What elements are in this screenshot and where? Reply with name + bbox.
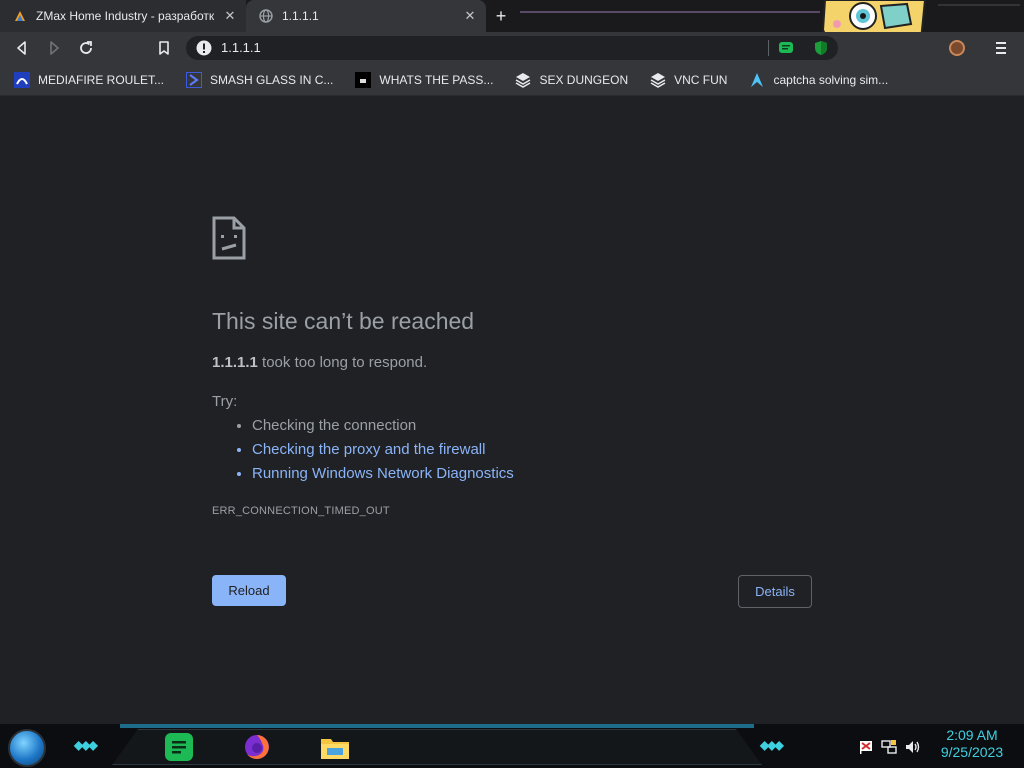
- bookmark-label: WHATS THE PASS...: [379, 72, 494, 87]
- tab-title: ZMax Home Industry - разработк: [36, 9, 215, 23]
- error-host: 1.1.1.1: [212, 354, 258, 371]
- tab-active[interactable]: 1.1.1.1 ✕: [246, 0, 486, 32]
- bookmark-label: VNC FUN: [674, 72, 728, 87]
- taskbar-clock[interactable]: 2:09 AM 9/25/2023: [930, 727, 1014, 761]
- bookmark-label: MEDIAFIRE ROULET...: [38, 72, 165, 87]
- clock-time: 2:09 AM: [946, 727, 998, 743]
- clock-date: 9/25/2023: [940, 744, 1004, 760]
- back-button[interactable]: [10, 36, 34, 60]
- dark-square-icon: [355, 71, 372, 88]
- bookmark-button[interactable]: [152, 36, 176, 60]
- bookmark-smash-glass[interactable]: SMASH GLASS IN C...: [172, 66, 341, 94]
- profile-avatar[interactable]: [949, 40, 965, 56]
- suggestion-network-diagnostics-link[interactable]: Running Windows Network Diagnostics: [252, 464, 514, 488]
- globe-icon: [258, 8, 274, 24]
- chevron-bookmark-icon: [186, 71, 203, 88]
- taskbar-accent-line: [120, 724, 754, 728]
- volume-icon[interactable]: [904, 739, 920, 755]
- tabstrip-decoration: [520, 11, 820, 13]
- sad-document-icon: [212, 216, 246, 260]
- bookmark-vnc-fun[interactable]: VNC FUN: [636, 66, 735, 94]
- extension-chat-icon[interactable]: [778, 40, 794, 56]
- error-page: This site can’t be reached 1.1.1.1 took …: [0, 96, 1024, 724]
- omnibox-separator: [768, 40, 769, 56]
- taskbar-chevron-left-icon: ◆◆◆: [74, 738, 98, 752]
- reload-toolbar-button[interactable]: [74, 36, 98, 60]
- taskbar-chevron-right-icon: ◆◆◆: [760, 738, 784, 752]
- address-bar[interactable]: [186, 36, 838, 60]
- bookmark-icon: [159, 41, 169, 55]
- bookmark-whats-the-pass[interactable]: WHATS THE PASS...: [341, 66, 501, 94]
- extension-shield-icon[interactable]: [813, 40, 829, 56]
- tab-close-button[interactable]: ✕: [220, 6, 240, 26]
- forward-button[interactable]: [42, 36, 66, 60]
- taskbar-frame: [112, 729, 762, 765]
- bookmarks-bar: MEDIAFIRE ROULET... SMASH GLASS IN C... …: [0, 64, 1024, 96]
- browser-menu-icon[interactable]: [993, 40, 1009, 56]
- bookmark-label: captcha solving sim...: [773, 72, 889, 87]
- bookmark-label: SMASH GLASS IN C...: [210, 72, 334, 87]
- url-text[interactable]: 1.1.1.1: [221, 40, 261, 56]
- new-tab-button[interactable]: +: [490, 5, 512, 27]
- vnc-icon: [515, 72, 531, 88]
- bookmark-mediafire[interactable]: MEDIAFIRE ROULET...: [0, 66, 172, 94]
- suggestion-check-proxy-link[interactable]: Checking the proxy and the firewall: [252, 440, 514, 464]
- tab-title: 1.1.1.1: [282, 9, 319, 23]
- firefox-icon[interactable]: [240, 730, 274, 764]
- try-label: Try:: [212, 393, 238, 410]
- bookmark-label: SEX DUNGEON: [539, 72, 629, 87]
- action-center-flag-icon[interactable]: [858, 739, 874, 755]
- bookmark-dungeon[interactable]: SEX DUNGEON: [501, 66, 636, 94]
- details-button[interactable]: Details: [738, 575, 812, 608]
- reload-button[interactable]: Reload: [212, 575, 286, 606]
- suggestion-check-connection: Checking the connection: [252, 416, 514, 440]
- tab-zmax[interactable]: ZMax Home Industry - разработк ✕: [0, 0, 246, 32]
- error-detail: 1.1.1.1 took too long to respond.: [212, 354, 427, 371]
- suggestion-list: Checking the connection Checking the pro…: [232, 416, 514, 488]
- bookmark-captcha[interactable]: captcha solving sim...: [735, 66, 896, 94]
- forward-arrow-icon: [50, 41, 59, 55]
- vnc-icon: [650, 72, 666, 88]
- arch-icon: [749, 72, 765, 88]
- back-arrow-icon: [17, 41, 26, 55]
- error-code: ERR_CONNECTION_TIMED_OUT: [212, 505, 390, 517]
- spotify-icon[interactable]: [162, 730, 196, 764]
- zmax-logo-icon: [12, 8, 28, 24]
- tab-close-button[interactable]: ✕: [460, 6, 480, 26]
- mediafire-icon: [14, 71, 30, 88]
- window-controls[interactable]: [938, 4, 1020, 12]
- info-icon[interactable]: [196, 40, 212, 56]
- refresh-icon: [80, 41, 92, 54]
- file-explorer-icon[interactable]: [318, 730, 352, 764]
- network-icon[interactable]: [881, 739, 897, 755]
- error-detail-text: took too long to respond.: [262, 354, 428, 371]
- start-button[interactable]: [8, 729, 46, 767]
- error-heading: This site can’t be reached: [212, 308, 475, 334]
